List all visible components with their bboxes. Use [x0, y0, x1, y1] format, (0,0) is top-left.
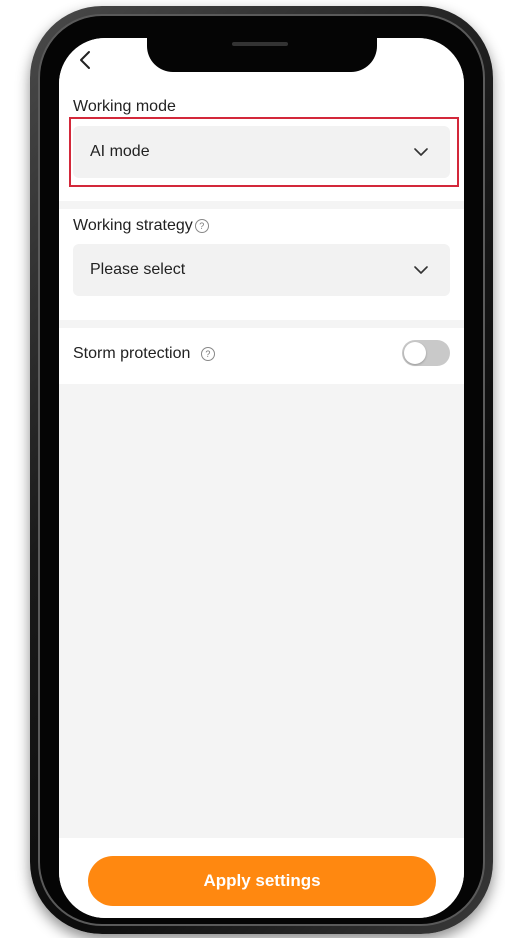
app-screen: Working mode AI mode Working strategy? P… — [59, 38, 464, 918]
apply-settings-button[interactable]: Apply settings — [88, 856, 436, 906]
storm-protection-label-row: Storm protection ? — [73, 345, 215, 363]
working-mode-label: Working mode — [73, 98, 176, 115]
chevron-down-icon — [414, 263, 428, 277]
working-strategy-section: Working strategy? Please select — [59, 209, 464, 320]
toggle-knob — [404, 342, 426, 364]
working-strategy-label: Working strategy — [73, 217, 193, 234]
chevron-left-icon — [80, 51, 90, 69]
phone-notch — [147, 38, 377, 72]
working-strategy-label-row: Working strategy? — [73, 217, 209, 235]
storm-protection-label: Storm protection — [73, 345, 191, 362]
selection-highlight-box — [69, 117, 459, 187]
storm-protection-toggle[interactable] — [402, 340, 450, 366]
back-button[interactable] — [73, 48, 97, 72]
footer-bar: Apply settings — [59, 838, 464, 918]
storm-protection-section: Storm protection ? — [59, 328, 464, 384]
speaker-grille — [232, 42, 288, 46]
question-circle-icon[interactable]: ? — [194, 218, 209, 233]
question-circle-icon[interactable]: ? — [200, 346, 215, 361]
working-strategy-select[interactable]: Please select — [73, 244, 450, 296]
working-strategy-placeholder: Please select — [90, 261, 186, 278]
